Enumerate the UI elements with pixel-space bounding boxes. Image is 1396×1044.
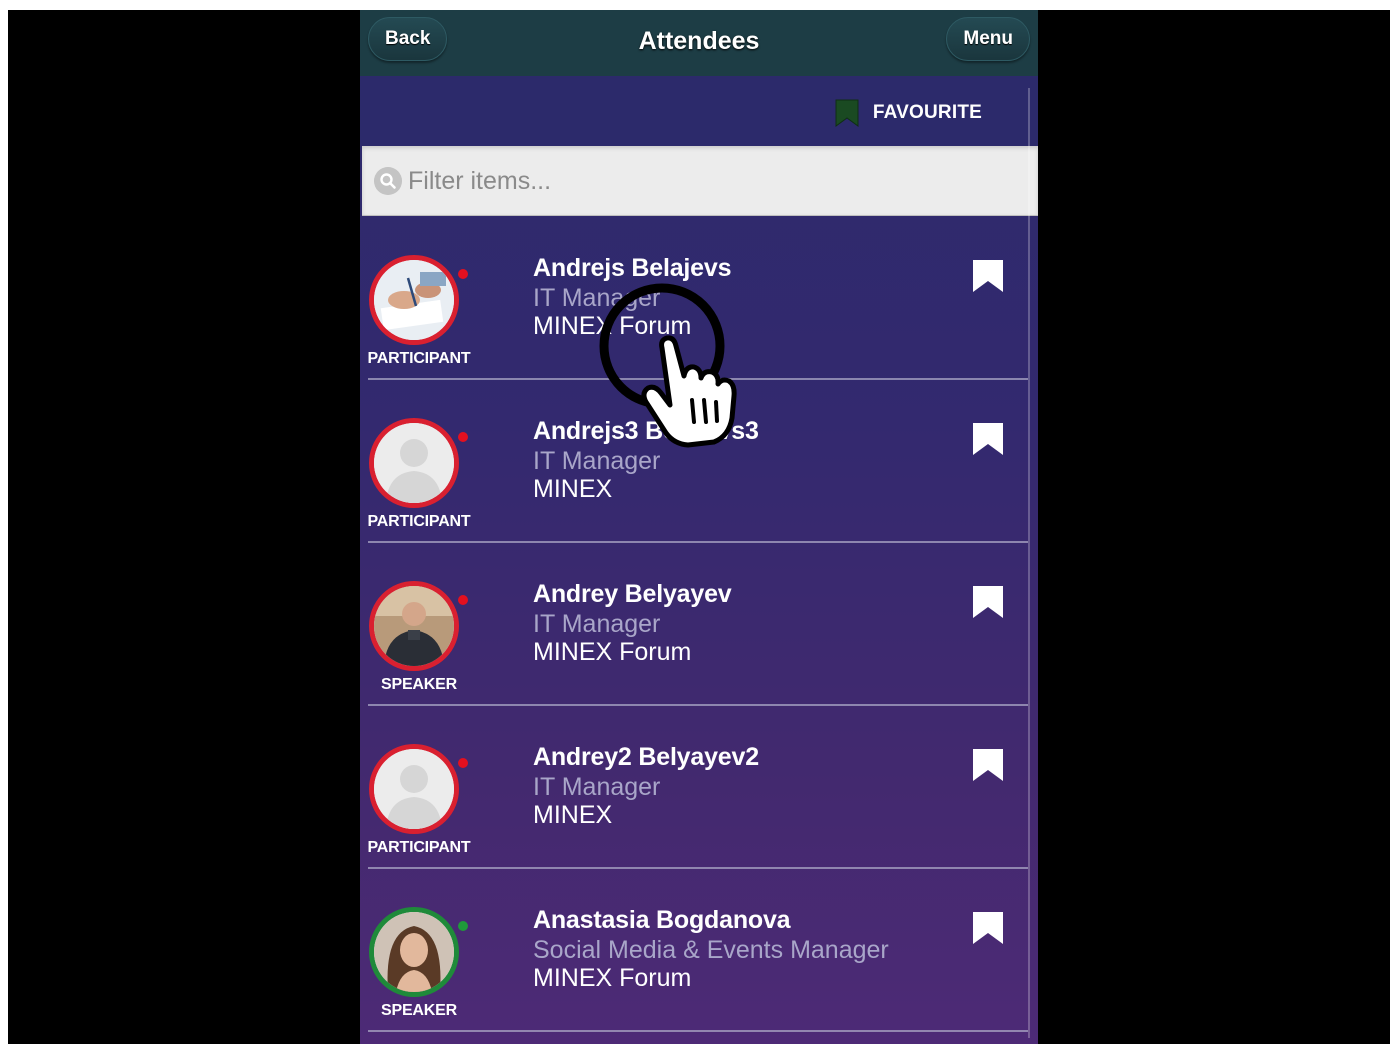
avatar bbox=[369, 418, 459, 508]
attendee-job-title: Social Media & Events Manager bbox=[533, 936, 889, 964]
attendee-company: MINEX Forum bbox=[533, 964, 692, 992]
attendee-company: MINEX bbox=[533, 475, 613, 503]
attendee-name: Andrejs3 Belajevs3 bbox=[533, 417, 759, 445]
favourite-filter-toggle[interactable]: FAVOURITE bbox=[835, 98, 982, 128]
favourite-bar: FAVOURITE bbox=[360, 76, 1038, 146]
status-dot bbox=[458, 595, 468, 605]
attendee-name: Anastasia Bogdanova bbox=[533, 906, 791, 934]
attendee-row[interactable]: PARTICIPANT Andrejs Belajevs IT Manager … bbox=[360, 217, 1028, 380]
avatar bbox=[369, 255, 459, 345]
scrollbar[interactable] bbox=[1028, 88, 1030, 1038]
role-label: PARTICIPANT bbox=[367, 350, 471, 367]
bookmark-icon[interactable] bbox=[972, 259, 1004, 293]
page-title: Attendees bbox=[638, 27, 760, 55]
menu-button[interactable]: Menu bbox=[946, 17, 1030, 61]
attendee-company: MINEX Forum bbox=[533, 312, 692, 340]
mobile-app-frame: Back Attendees Menu FAVOURITE Filter ite… bbox=[360, 10, 1038, 1044]
role-label: PARTICIPANT bbox=[367, 839, 471, 856]
row-divider bbox=[368, 1030, 1028, 1032]
attendee-company: MINEX bbox=[533, 801, 613, 829]
attendee-job-title: IT Manager bbox=[533, 610, 661, 638]
attendee-job-title: IT Manager bbox=[533, 447, 661, 475]
attendee-name: Andrejs Belajevs bbox=[533, 254, 732, 282]
avatar bbox=[369, 581, 459, 671]
role-label: PARTICIPANT bbox=[367, 513, 471, 530]
attendee-company: MINEX Forum bbox=[533, 638, 692, 666]
avatar bbox=[369, 744, 459, 834]
bookmark-icon[interactable] bbox=[972, 585, 1004, 619]
status-dot bbox=[458, 269, 468, 279]
avatar bbox=[369, 907, 459, 997]
attendee-row[interactable]: SPEAKER Anastasia Bogdanova Social Media… bbox=[360, 869, 1028, 1032]
status-dot bbox=[458, 758, 468, 768]
search-icon bbox=[374, 167, 402, 195]
search-bar bbox=[362, 146, 1038, 216]
attendee-job-title: IT Manager bbox=[533, 773, 661, 801]
attendee-list: PARTICIPANT Andrejs Belajevs IT Manager … bbox=[360, 217, 1028, 1032]
attendee-row[interactable]: SPEAKER Andrey Belyayev IT Manager MINEX… bbox=[360, 543, 1028, 706]
attendee-job-title: IT Manager bbox=[533, 284, 661, 312]
status-dot bbox=[458, 432, 468, 442]
status-dot bbox=[458, 921, 468, 931]
bookmark-icon[interactable] bbox=[972, 911, 1004, 945]
attendee-row[interactable]: PARTICIPANT Andrejs3 Belajevs3 IT Manage… bbox=[360, 380, 1028, 543]
attendee-row[interactable]: PARTICIPANT Andrey2 Belyayev2 IT Manager… bbox=[360, 706, 1028, 869]
attendee-name: Andrey Belyayev bbox=[533, 580, 732, 608]
search-input[interactable] bbox=[408, 159, 1008, 203]
bookmark-icon[interactable] bbox=[972, 422, 1004, 456]
role-label: SPEAKER bbox=[381, 676, 457, 693]
favourite-label: FAVOURITE bbox=[872, 102, 982, 123]
role-label: SPEAKER bbox=[381, 1002, 457, 1019]
attendee-name: Andrey2 Belyayev2 bbox=[533, 743, 759, 771]
bookmark-icon bbox=[835, 99, 859, 127]
bookmark-icon[interactable] bbox=[972, 748, 1004, 782]
header-bar: Back Attendees Menu bbox=[360, 10, 1038, 76]
